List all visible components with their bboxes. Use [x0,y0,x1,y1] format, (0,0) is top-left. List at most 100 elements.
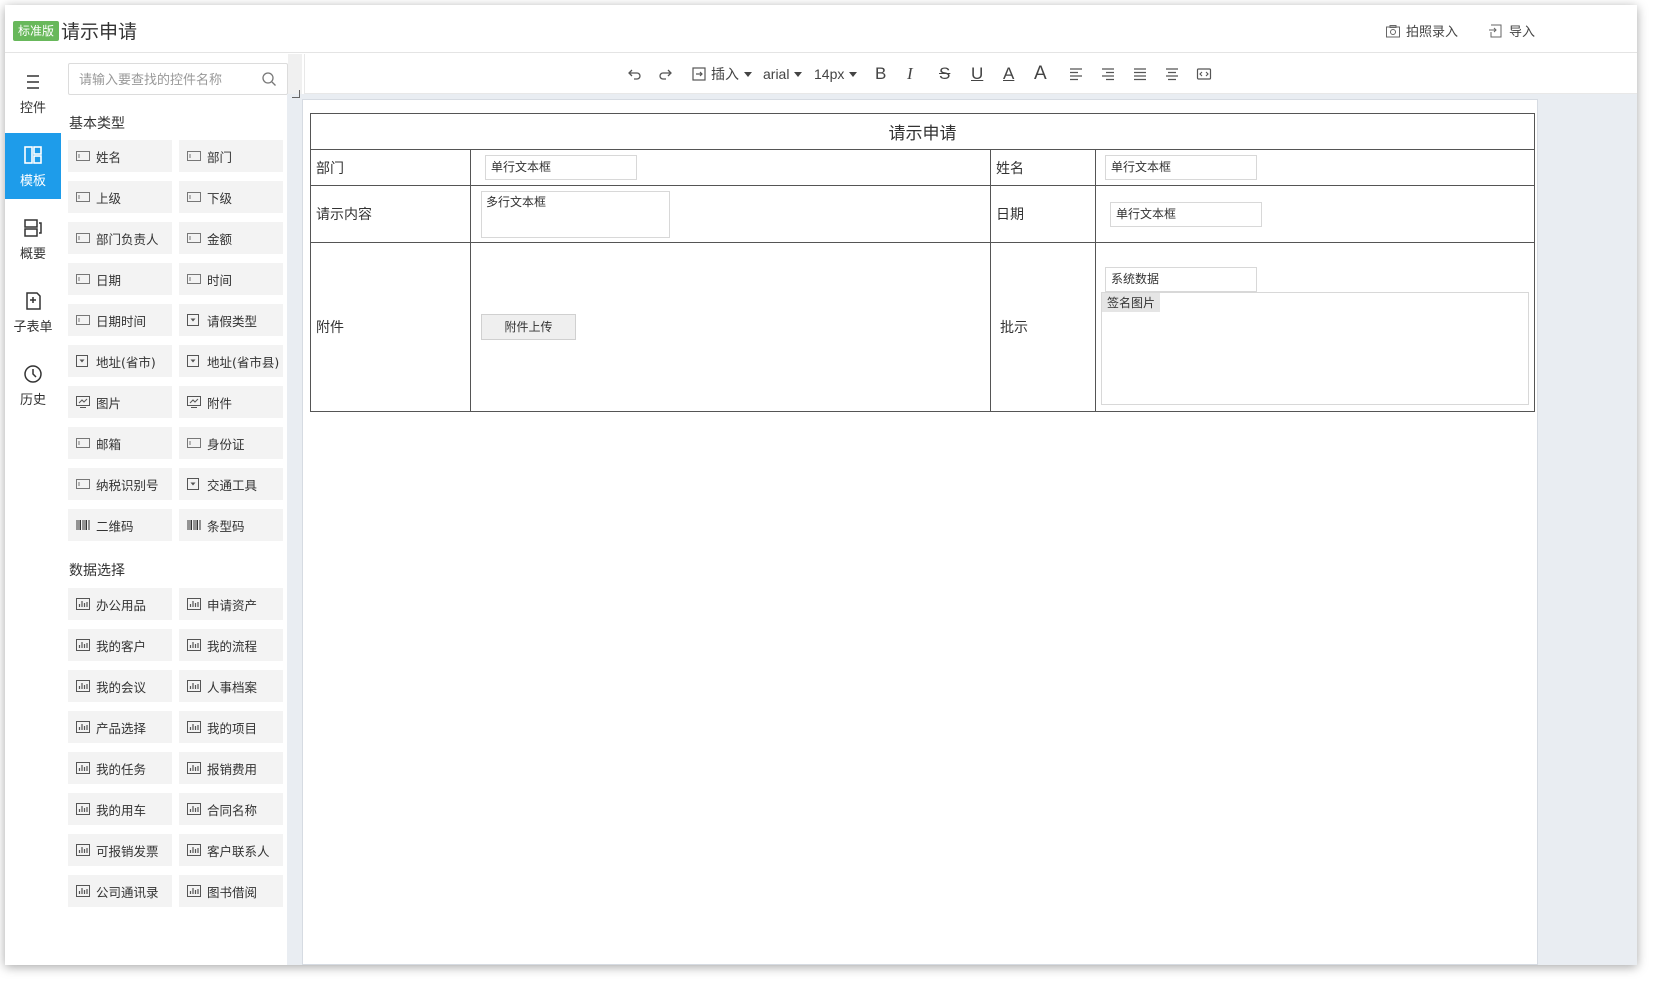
data-icon [76,639,90,651]
component-item[interactable]: 交通工具 [179,468,283,500]
italic-button[interactable]: I [907,64,913,84]
component-item[interactable]: 上级 [68,181,172,213]
chevron-down-icon [794,71,803,77]
rail-item-template[interactable]: 模板 [5,133,61,199]
date-field[interactable]: 单行文本框 [1110,201,1262,227]
component-item[interactable]: 办公用品 [68,588,172,620]
attach-cell[interactable]: 附件上传 [470,242,991,412]
component-item[interactable]: 附件 [179,386,283,418]
form-table[interactable]: 请示申请 部门 单行文本框 姓名 单行文本框 请示内容 多行文本框 日期 单行文… [310,113,1535,412]
bold-button[interactable]: B [875,64,886,84]
font-family-dropdown[interactable]: arial [763,64,803,84]
component-item[interactable]: 我的会议 [68,670,172,702]
component-item[interactable]: 产品选择 [68,711,172,743]
component-item[interactable]: 报销费用 [179,752,283,784]
approve-cell[interactable]: 系统数据 签名图片 [1095,242,1535,412]
component-item[interactable]: 合同名称 [179,793,283,825]
dept-cell[interactable]: 单行文本框 [470,149,991,186]
upload-button[interactable]: 附件上传 [481,314,576,340]
search-icon[interactable] [261,71,277,87]
component-item[interactable]: 图书借阅 [179,875,283,907]
insert-dropdown[interactable]: 插入 [690,64,752,84]
dropdown-icon [187,314,201,326]
import-label: 导入 [1509,25,1536,40]
photo-entry-button[interactable]: 拍照录入 [1385,21,1458,40]
component-label: 条型码 [207,518,245,534]
justify-button[interactable] [1131,64,1149,84]
component-item[interactable]: 我的任务 [68,752,172,784]
font-size-dropdown[interactable]: 14px [814,64,858,84]
date-cell[interactable]: 单行文本框 [1095,185,1535,243]
component-item[interactable]: 部门 [179,140,283,172]
component-item[interactable]: 日期 [68,263,172,295]
name-cell[interactable]: 单行文本框 [1095,149,1535,186]
component-label: 金额 [207,231,233,247]
component-item[interactable]: 我的客户 [68,629,172,661]
component-label: 图书借阅 [207,884,258,900]
component-item[interactable]: 人事档案 [179,670,283,702]
component-item[interactable]: 邮箱 [68,427,172,459]
dropdown-icon [187,478,201,490]
page-corner-marker [292,90,300,98]
component-item[interactable]: 我的流程 [179,629,283,661]
component-label: 姓名 [96,149,122,165]
component-item[interactable]: 我的项目 [179,711,283,743]
component-item[interactable]: 申请资产 [179,588,283,620]
dept-label: 部门 [310,149,471,186]
component-item[interactable]: 二维码 [68,509,172,541]
rail-item-subform[interactable]: 子表单 [5,279,61,345]
search-input[interactable] [68,63,288,95]
component-label: 纳税识别号 [96,477,159,493]
content-textarea[interactable]: 多行文本框 [481,190,670,238]
content-cell[interactable]: 多行文本框 [470,185,991,243]
system-data-field[interactable]: 系统数据 [1105,267,1257,292]
align-left-button[interactable] [1067,64,1085,84]
component-item[interactable]: 下级 [179,181,283,213]
code-icon [1196,68,1212,80]
component-label: 我的用车 [96,802,147,818]
dept-field[interactable]: 单行文本框 [485,155,637,180]
component-item[interactable]: 日期时间 [68,304,172,336]
rail-item-history[interactable]: 历史 [5,352,61,418]
component-item[interactable]: 部门负责人 [68,222,172,254]
import-button[interactable]: 导入 [1488,21,1535,40]
subform-icon [26,291,41,310]
strikethrough-button[interactable]: S [939,64,950,84]
textbox-icon [76,191,90,203]
component-item[interactable]: 地址(省市) [68,345,172,377]
rail-label: 子表单 [13,319,53,335]
name-field[interactable]: 单行文本框 [1105,155,1257,180]
source-code-button[interactable] [1195,64,1213,84]
align-center-icon [1166,68,1178,81]
component-item[interactable]: 客户联系人 [179,834,283,866]
rail-item-summary[interactable]: 概要 [5,206,61,272]
component-item[interactable]: 可报销发票 [68,834,172,866]
component-item[interactable]: 纳税识别号 [68,468,172,500]
component-item[interactable]: 地址(省市县) [179,345,283,377]
component-item[interactable]: 金额 [179,222,283,254]
signature-box[interactable]: 签名图片 [1101,292,1529,405]
photo-entry-label: 拍照录入 [1406,25,1459,40]
align-right-button[interactable] [1099,64,1117,84]
font-color-button[interactable]: A [1003,64,1014,84]
component-label: 产品选择 [96,720,147,736]
component-item[interactable]: 我的用车 [68,793,172,825]
textbox-icon [187,437,201,449]
font-background-button[interactable]: A [1034,63,1047,84]
align-center-button[interactable] [1163,64,1181,84]
component-item[interactable]: 身份证 [179,427,283,459]
undo-button[interactable] [625,64,643,84]
rail-label: 模板 [19,173,46,189]
name-label: 姓名 [990,149,1096,186]
component-item[interactable]: 公司通讯录 [68,875,172,907]
underline-button[interactable]: U [971,64,983,84]
component-item[interactable]: 时间 [179,263,283,295]
component-label: 我的会议 [96,679,147,695]
rail-item-controls[interactable]: 控件 [5,60,61,126]
component-item[interactable]: 请假类型 [179,304,283,336]
redo-button[interactable] [657,64,675,84]
component-item[interactable]: 姓名 [68,140,172,172]
component-item[interactable]: 条型码 [179,509,283,541]
component-item[interactable]: 图片 [68,386,172,418]
rail-label: 历史 [19,392,46,408]
